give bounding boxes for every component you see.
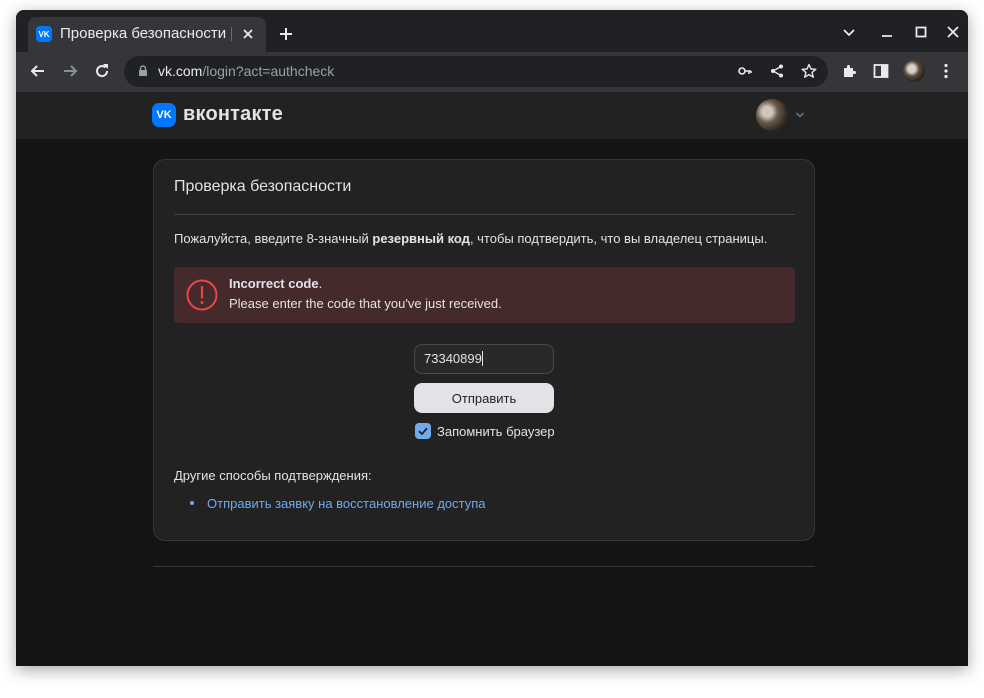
text-caret [481, 351, 483, 366]
minimize-icon[interactable] [880, 25, 894, 39]
remember-browser-checkbox[interactable] [415, 423, 431, 439]
error-message-box: Incorrect code. Please enter the code th… [174, 267, 795, 323]
error-title: Incorrect code. [229, 276, 323, 291]
profile-avatar[interactable] [903, 60, 925, 82]
chevron-down-icon[interactable] [795, 111, 805, 119]
bookmark-star-icon[interactable] [801, 63, 817, 79]
maximize-icon[interactable] [914, 25, 928, 39]
user-avatar[interactable] [756, 99, 788, 131]
browser-toolbar: vk.com/login?act=authcheck [16, 52, 968, 91]
reload-icon[interactable] [93, 62, 111, 80]
browser-tab[interactable]: VK Проверка безопасности | ВКонтакте [28, 17, 266, 52]
exclamation-circle-icon [186, 279, 218, 311]
footer-divider [153, 566, 815, 567]
share-icon[interactable] [769, 63, 785, 79]
forward-arrow-icon[interactable] [61, 62, 79, 80]
url-text: vk.com/login?act=authcheck [158, 63, 335, 79]
list-bullet [190, 501, 194, 505]
key-icon[interactable] [737, 63, 753, 79]
instruction-text: Пожалуйста, введите 8-значный резервный … [174, 231, 768, 246]
submit-button[interactable]: Отправить [414, 383, 554, 413]
vk-logo-icon[interactable]: VK [152, 103, 176, 127]
close-tab-icon[interactable] [240, 26, 256, 42]
lock-icon[interactable] [136, 64, 150, 78]
access-recovery-link[interactable]: Отправить заявку на восстановление досту… [207, 496, 486, 511]
vk-logo-text[interactable]: вконтакте [183, 103, 283, 126]
back-arrow-icon[interactable] [29, 62, 47, 80]
address-bar[interactable]: vk.com/login?act=authcheck [124, 56, 828, 87]
tab-title: Проверка безопасности | ВКонтакте [60, 25, 232, 42]
page-content: VK вконтакте Проверка безопасности Пожал… [16, 91, 968, 666]
vk-favicon-icon: VK [36, 26, 52, 42]
vk-header: VK вконтакте [16, 91, 968, 139]
divider [174, 214, 795, 215]
extensions-puzzle-icon[interactable] [841, 62, 859, 80]
close-window-icon[interactable] [946, 25, 960, 39]
side-panel-icon[interactable] [872, 62, 890, 80]
tab-strip: VK Проверка безопасности | ВКонтакте [16, 10, 968, 52]
tab-search-chevron-icon[interactable] [842, 25, 856, 39]
page-title: Проверка безопасности [174, 178, 352, 195]
browser-window: VK Проверка безопасности | ВКонтакте [16, 10, 968, 666]
error-text: Please enter the code that you've just r… [229, 296, 502, 311]
security-check-card: Проверка безопасности Пожалуйста, введит… [153, 159, 815, 541]
remember-browser-label[interactable]: Запомнить браузер [437, 424, 555, 439]
more-menu-icon[interactable] [937, 62, 955, 80]
backup-code-input[interactable]: 73340899 [414, 344, 554, 374]
new-tab-icon[interactable] [278, 26, 294, 42]
other-methods-heading: Другие способы подтверждения: [174, 468, 372, 483]
